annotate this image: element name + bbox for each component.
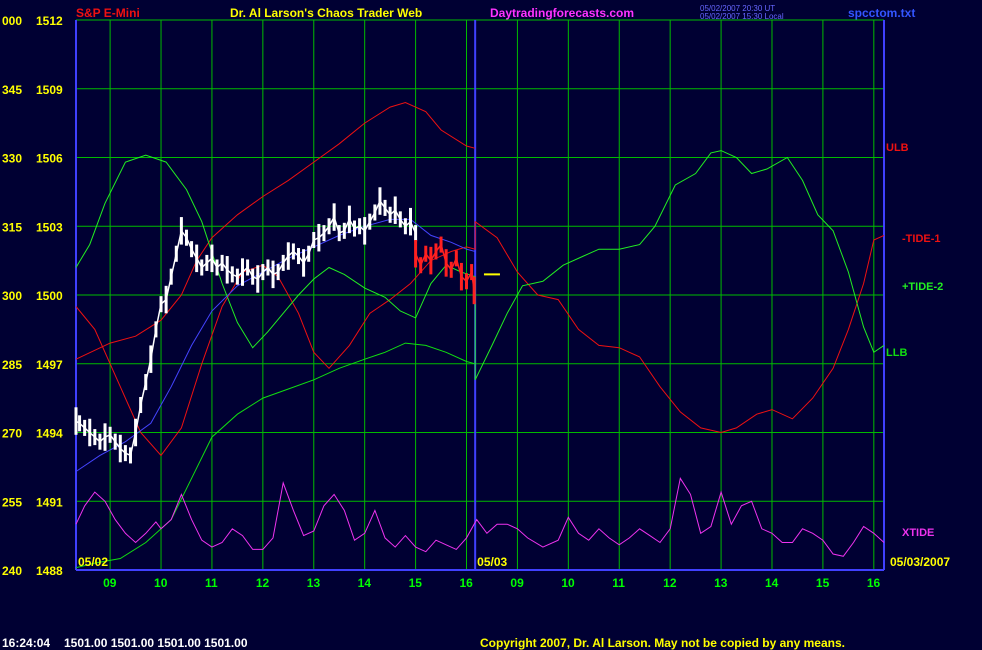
y-tick-label-price: 1503 bbox=[36, 220, 63, 234]
series-label: -TIDE-1 bbox=[902, 233, 941, 245]
y-tick-label-price: 1497 bbox=[36, 358, 63, 372]
x-tick-label: 10 bbox=[561, 576, 575, 590]
footer-ohlc: 1501.00 1501.00 1501.00 1501.00 bbox=[64, 636, 248, 650]
y-tick-label-price: 1512 bbox=[36, 14, 63, 28]
tick-labels: 000 1512345 1509330 1506315 1503300 1500285 14… bbox=[2, 14, 950, 590]
x-tick-label: 11 bbox=[205, 576, 218, 590]
chart: 000 1512345 1509330 1506315 1503300 1500285 14… bbox=[2, 14, 950, 590]
y-tick-label-price: 1488 bbox=[36, 564, 63, 578]
x-tick-label: 11 bbox=[612, 576, 625, 590]
series-label: XTIDE bbox=[902, 527, 934, 539]
footer-time: 16:24:04 bbox=[2, 636, 51, 650]
series-label: +TIDE-2 bbox=[902, 281, 943, 293]
y-tick-label-price: 1506 bbox=[36, 152, 63, 166]
y-tick-label-price: 1509 bbox=[36, 83, 63, 97]
y-tick-label-price: 1494 bbox=[36, 427, 63, 441]
x-tick-label: 14 bbox=[765, 576, 779, 590]
grid bbox=[75, 19, 885, 571]
footer-copyright: Copyright 2007, Dr. Al Larson. May not b… bbox=[480, 636, 845, 650]
x-tick-label: 09 bbox=[510, 576, 524, 590]
series-label: LLB bbox=[886, 347, 907, 359]
y-tick-label-left: 345 bbox=[2, 83, 22, 97]
site-link[interactable]: Daytradingforecasts.com bbox=[490, 6, 634, 20]
y-tick-label-price: 1500 bbox=[36, 289, 63, 303]
x-tick-label: 09 bbox=[103, 576, 117, 590]
y-tick-label-left: 000 bbox=[2, 14, 22, 28]
series-line-xtide bbox=[75, 476, 885, 557]
x-tick-label: 13 bbox=[714, 576, 728, 590]
x-tick-label: 12 bbox=[256, 576, 270, 590]
series-lines bbox=[75, 101, 885, 569]
x-tick-label: 14 bbox=[358, 576, 372, 590]
y-tick-label-left: 300 bbox=[2, 289, 22, 303]
y-tick-label-left: 285 bbox=[2, 358, 22, 372]
y-tick-label-left: 255 bbox=[2, 495, 22, 509]
file-label: spcctom.txt bbox=[848, 6, 916, 20]
y-tick-label-left: 330 bbox=[2, 152, 22, 166]
x-tick-label: 16 bbox=[867, 576, 881, 590]
price-bars bbox=[74, 187, 476, 464]
x-tick-label: 16 bbox=[460, 576, 474, 590]
chart-title: Dr. Al Larson's Chaos Trader Web bbox=[230, 6, 423, 20]
y-tick-label-left: 270 bbox=[2, 427, 22, 441]
x-tick-label: 15 bbox=[409, 576, 423, 590]
date-label: 05/03 bbox=[477, 555, 507, 569]
x-tick-label: 10 bbox=[154, 576, 168, 590]
instrument-label: S&P E-Mini bbox=[76, 6, 140, 20]
series-label: ULB bbox=[886, 142, 909, 154]
y-tick-label-price: 1491 bbox=[36, 495, 63, 509]
x-tick-label: 13 bbox=[307, 576, 321, 590]
date-label: 05/03/2007 bbox=[890, 555, 950, 569]
y-tick-label-left: 240 bbox=[2, 564, 22, 578]
x-tick-label: 15 bbox=[816, 576, 830, 590]
timestamp-local: 05/02/2007 15:30 Local bbox=[700, 12, 784, 21]
date-label: 05/02 bbox=[78, 555, 108, 569]
x-tick-label: 12 bbox=[663, 576, 677, 590]
y-tick-label-left: 315 bbox=[2, 220, 22, 234]
